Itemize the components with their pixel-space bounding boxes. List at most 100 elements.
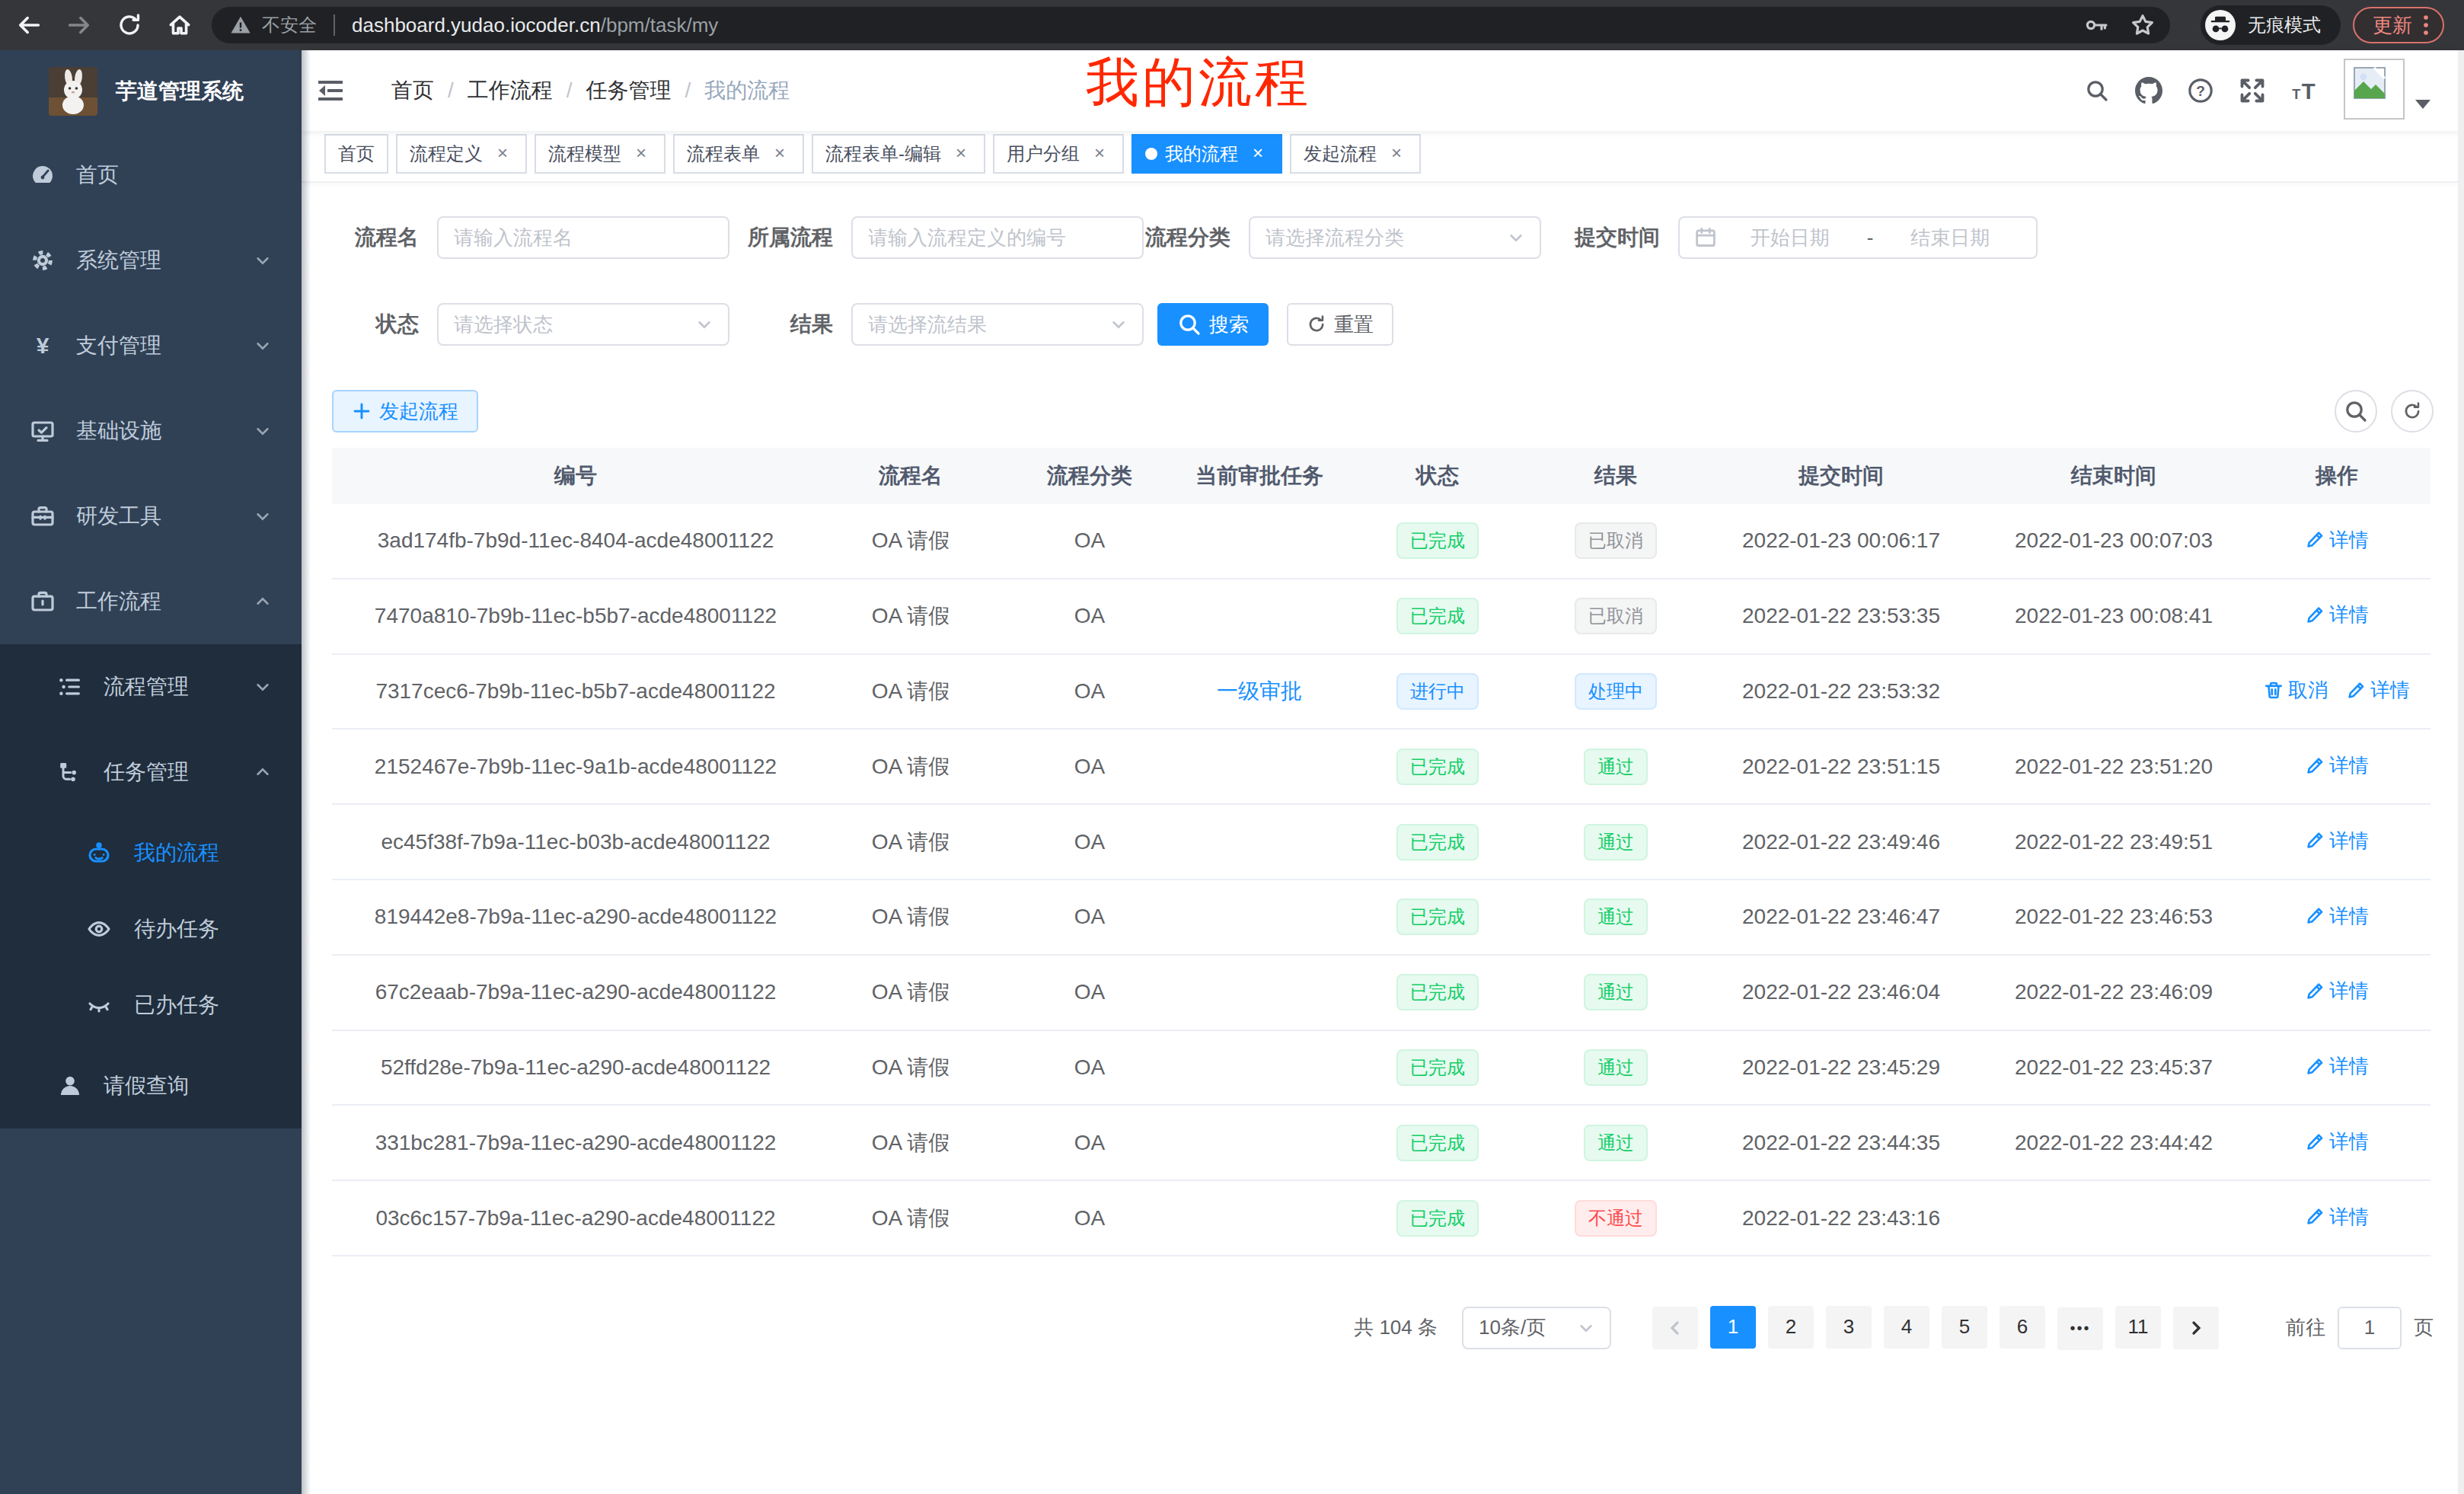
- sidebar-item-首页[interactable]: 首页: [0, 132, 302, 218]
- sidebar-item-label: 任务管理: [104, 758, 189, 787]
- filter-status-select[interactable]: 请选择状态: [437, 303, 729, 346]
- incognito-badge: 无痕模式: [2201, 5, 2341, 45]
- breadcrumb-item[interactable]: 首页: [391, 76, 434, 105]
- detail-link[interactable]: 详情: [2305, 527, 2369, 554]
- sidebar-logo[interactable]: 芋道管理系统: [0, 50, 302, 132]
- fullscreen-icon[interactable]: [2239, 77, 2266, 104]
- detail-link[interactable]: 详情: [2305, 1053, 2369, 1080]
- refresh-table-button[interactable]: [2391, 390, 2434, 433]
- font-size-icon[interactable]: TT: [2290, 77, 2318, 104]
- search-button[interactable]: 搜索: [1157, 303, 1269, 346]
- tab-close-icon[interactable]: ×: [630, 143, 652, 164]
- detail-link[interactable]: 详情: [2305, 752, 2369, 779]
- cell-result: 已取消: [1534, 522, 1698, 559]
- sidebar-item-流程管理[interactable]: 流程管理: [0, 644, 302, 729]
- browser-update-button[interactable]: 更新: [2353, 7, 2444, 43]
- tab-close-icon[interactable]: ×: [1247, 143, 1269, 164]
- create-process-button[interactable]: 发起流程: [332, 390, 478, 433]
- detail-link[interactable]: 详情: [2305, 1204, 2369, 1231]
- tab-首页[interactable]: 首页: [324, 134, 388, 174]
- cell-submit-time: 2022-01-22 23:45:29: [1698, 1055, 1984, 1080]
- sidebar-item-请假查询[interactable]: 请假查询: [0, 1043, 302, 1128]
- password-key-icon[interactable]: [2085, 13, 2109, 37]
- avatar-caret-icon[interactable]: [2415, 100, 2430, 109]
- tab-流程表单-编辑[interactable]: 流程表单-编辑×: [812, 134, 985, 174]
- page-size-select[interactable]: 10条/页: [1462, 1307, 1611, 1349]
- tab-close-icon[interactable]: ×: [1089, 143, 1110, 164]
- tab-close-icon[interactable]: ×: [769, 143, 790, 164]
- page-button-6[interactable]: 6: [2000, 1306, 2045, 1349]
- tab-我的流程[interactable]: 我的流程×: [1131, 134, 1282, 174]
- sidebar-item-基础设施[interactable]: 基础设施: [0, 388, 302, 474]
- cell-category: OA: [1002, 905, 1177, 929]
- sidebar-collapse-icon[interactable]: [317, 77, 344, 104]
- page-button-2[interactable]: 2: [1768, 1306, 1814, 1349]
- browser-home-icon[interactable]: [166, 11, 193, 39]
- tab-用户分组[interactable]: 用户分组×: [993, 134, 1124, 174]
- detail-link[interactable]: 详情: [2305, 602, 2369, 628]
- page-ellipsis[interactable]: •••: [2057, 1307, 2103, 1350]
- breadcrumb-item[interactable]: 任务管理: [586, 76, 672, 105]
- sidebar-item-系统管理[interactable]: 系统管理: [0, 218, 302, 303]
- status-tag: 已完成: [1396, 1125, 1479, 1161]
- browser-forward-icon[interactable]: [65, 11, 93, 39]
- filter-category-select[interactable]: 请选择流程分类: [1249, 216, 1541, 259]
- tab-close-icon[interactable]: ×: [492, 143, 513, 164]
- tab-流程表单[interactable]: 流程表单×: [673, 134, 804, 174]
- sidebar-item-我的流程[interactable]: 我的流程: [0, 815, 302, 891]
- column-header-流程分类: 流程分类: [1002, 461, 1177, 490]
- tab-close-icon[interactable]: ×: [1386, 143, 1407, 164]
- page-button-4[interactable]: 4: [1884, 1306, 1929, 1349]
- browser-back-icon[interactable]: [15, 11, 43, 39]
- detail-link[interactable]: 详情: [2305, 903, 2369, 930]
- help-icon[interactable]: ?: [2187, 77, 2214, 104]
- browser-menu-icon[interactable]: [2423, 13, 2429, 37]
- filter-name-input[interactable]: [437, 216, 729, 259]
- jump-page-input[interactable]: 1: [2338, 1307, 2402, 1349]
- filter-result-select[interactable]: 请选择流结果: [851, 303, 1144, 346]
- filter-process-input[interactable]: [851, 216, 1144, 259]
- browser-reload-icon[interactable]: [116, 11, 143, 39]
- filter-time-range[interactable]: 开始日期 - 结束日期: [1678, 216, 2038, 259]
- page-button-3[interactable]: 3: [1826, 1306, 1872, 1349]
- scrollbar[interactable]: [2458, 50, 2464, 1494]
- sidebar-item-待办任务[interactable]: 待办任务: [0, 891, 302, 967]
- gear-icon: [30, 248, 55, 273]
- bookmark-star-icon[interactable]: [2130, 13, 2155, 37]
- tab-发起流程[interactable]: 发起流程×: [1290, 134, 1421, 174]
- cancel-link[interactable]: 取消: [2264, 677, 2328, 704]
- detail-link[interactable]: 详情: [2305, 828, 2369, 854]
- page-button-5[interactable]: 5: [1942, 1306, 1987, 1349]
- reset-button[interactable]: 重置: [1287, 303, 1393, 346]
- tab-close-icon[interactable]: ×: [950, 143, 972, 164]
- page-button-11[interactable]: 11: [2115, 1306, 2161, 1349]
- pagination-total: 共 104 条: [1354, 1314, 1438, 1341]
- cell-status: 已完成: [1342, 1125, 1534, 1161]
- jump-unit: 页: [2414, 1314, 2434, 1341]
- next-page-button[interactable]: [2173, 1307, 2219, 1349]
- detail-link[interactable]: 详情: [2346, 677, 2410, 704]
- sidebar-item-工作流程[interactable]: 工作流程: [0, 559, 302, 644]
- tab-流程模型[interactable]: 流程模型×: [535, 134, 665, 174]
- url-text[interactable]: dashboard.yudao.iocoder.cn/bpm/task/my: [352, 14, 2063, 37]
- status-tag: 已完成: [1396, 899, 1479, 935]
- address-bar[interactable]: 不安全 dashboard.yudao.iocoder.cn/bpm/task/…: [212, 7, 2170, 43]
- detail-link[interactable]: 详情: [2305, 978, 2369, 1004]
- avatar[interactable]: [2344, 59, 2405, 120]
- page-button-1[interactable]: 1: [1710, 1306, 1756, 1349]
- prev-page-button[interactable]: [1652, 1307, 1698, 1349]
- sidebar-item-已办任务[interactable]: 已办任务: [0, 967, 302, 1043]
- table-row: 331bc281-7b9a-11ec-a290-acde48001122OA 请…: [332, 1106, 2430, 1181]
- pagination: 共 104 条 10条/页 123456•••11 前往 1 页: [332, 1307, 2434, 1349]
- toggle-search-button[interactable]: [2335, 390, 2377, 433]
- tab-流程定义[interactable]: 流程定义×: [396, 134, 527, 174]
- detail-link[interactable]: 详情: [2305, 1128, 2369, 1155]
- cell-result: 处理中: [1534, 673, 1698, 710]
- breadcrumb-item[interactable]: 工作流程: [468, 76, 553, 105]
- sidebar-item-支付管理[interactable]: ¥支付管理: [0, 303, 302, 388]
- header-search-icon[interactable]: [2083, 77, 2111, 104]
- github-icon[interactable]: [2135, 77, 2162, 104]
- sidebar-item-任务管理[interactable]: 任务管理: [0, 729, 302, 815]
- sidebar-item-研发工具[interactable]: 研发工具: [0, 474, 302, 559]
- task-link[interactable]: 一级审批: [1217, 677, 1302, 706]
